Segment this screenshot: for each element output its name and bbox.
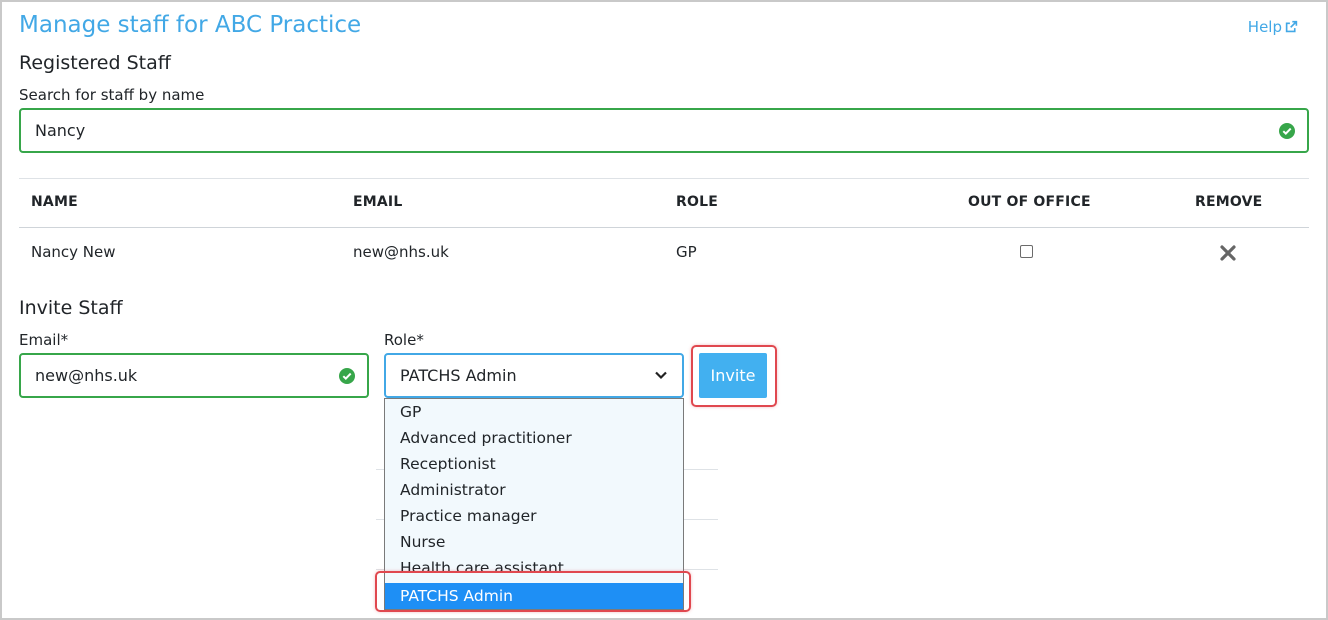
staff-search-value: Nancy (35, 121, 86, 140)
role-option-gp[interactable]: GP (400, 403, 421, 421)
registered-staff-heading: Registered Staff (19, 52, 171, 74)
column-header-remove: REMOVE (1195, 194, 1263, 210)
invite-staff-heading: Invite Staff (19, 297, 123, 319)
remove-staff-icon[interactable] (1220, 245, 1236, 261)
external-link-icon (1285, 20, 1298, 33)
search-label: Search for staff by name (19, 86, 205, 104)
help-link[interactable]: Help (1248, 18, 1298, 36)
help-link-label: Help (1247, 18, 1282, 36)
table-top-divider (19, 178, 1309, 179)
column-header-name: NAME (31, 194, 78, 210)
column-header-out-of-office: OUT OF OFFICE (968, 194, 1091, 210)
role-option-administrator[interactable]: Administrator (400, 481, 506, 499)
email-label: Email* (19, 331, 69, 349)
staff-email-cell: new@nhs.uk (353, 243, 449, 261)
table-header-divider (19, 227, 1309, 228)
role-select[interactable]: PATCHS Admin (384, 353, 684, 398)
staff-role-cell: GP (676, 243, 697, 261)
staff-search-input[interactable]: Nancy (19, 108, 1309, 153)
column-header-role: ROLE (676, 194, 718, 210)
selected-option-highlight (375, 571, 691, 612)
role-option-nurse[interactable]: Nurse (400, 533, 445, 551)
chevron-down-icon (655, 371, 667, 380)
staff-name-cell: Nancy New (31, 243, 116, 261)
invite-button[interactable]: Invite (699, 353, 767, 398)
valid-check-icon (339, 367, 355, 384)
role-option-practice-manager[interactable]: Practice manager (400, 507, 537, 525)
page-title: Manage staff for ABC Practice (19, 12, 362, 38)
role-label: Role* (384, 331, 424, 349)
valid-check-icon (1279, 122, 1295, 139)
out-of-office-checkbox[interactable] (1020, 245, 1033, 258)
invite-email-value: new@nhs.uk (35, 366, 138, 385)
role-select-value: PATCHS Admin (400, 366, 517, 385)
role-option-receptionist[interactable]: Receptionist (400, 455, 496, 473)
column-header-email: EMAIL (353, 194, 403, 210)
role-option-advanced-practitioner[interactable]: Advanced practitioner (400, 429, 572, 447)
invite-email-field[interactable]: new@nhs.uk (19, 353, 369, 398)
